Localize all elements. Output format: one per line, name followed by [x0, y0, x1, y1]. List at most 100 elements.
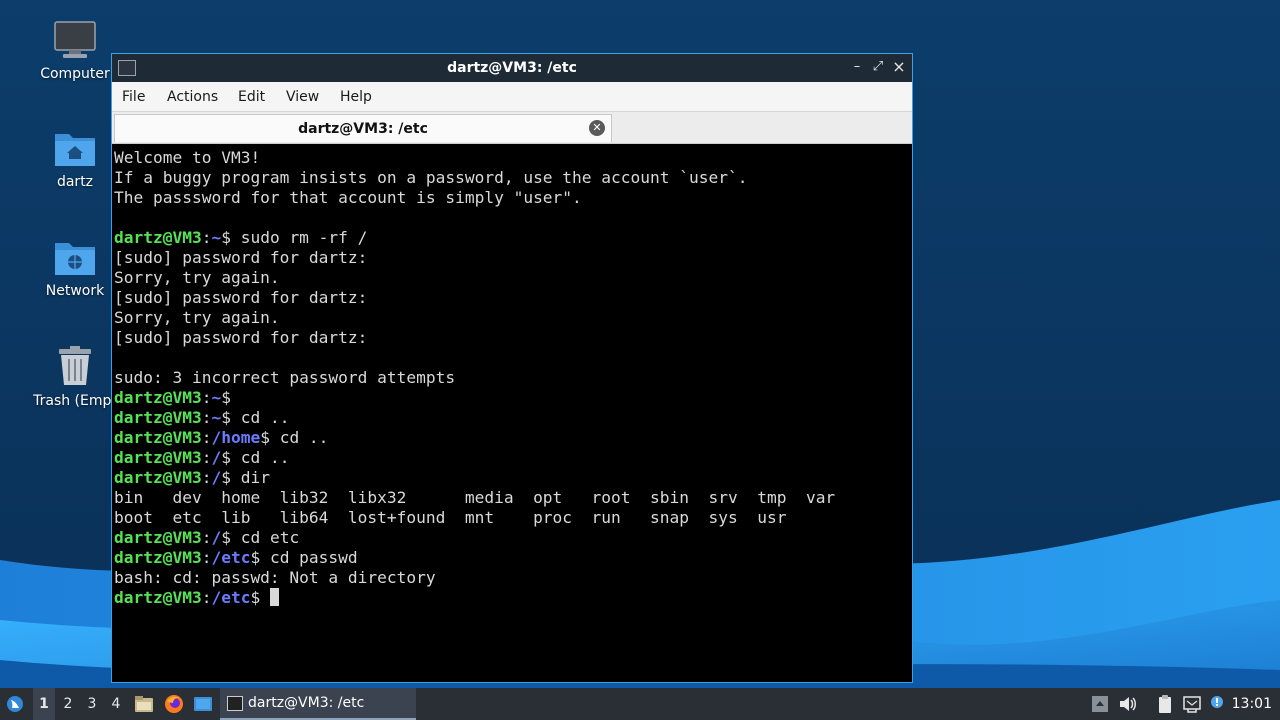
menu-edit[interactable]: Edit	[238, 89, 265, 105]
terminal-text: $	[250, 588, 270, 607]
network-folder-icon	[55, 243, 95, 275]
terminal-text: The passsword for that account is simply…	[114, 188, 582, 207]
firefox-icon[interactable]	[164, 694, 184, 714]
terminal-line: dartz@VM3:~$	[114, 388, 910, 408]
terminal-text: $ dir	[221, 468, 270, 487]
taskbar-window-button[interactable]: dartz@VM3: /etc	[220, 688, 416, 720]
terminal-line: dartz@VM3:/$ cd etc	[114, 528, 910, 548]
terminal-line: Welcome to VM3!	[114, 148, 910, 168]
menu-bar: File Actions Edit View Help	[112, 82, 912, 112]
workspace-1[interactable]: 1	[33, 688, 55, 720]
menu-actions[interactable]: Actions	[167, 89, 218, 105]
tray-updates-icon[interactable]	[1090, 694, 1110, 714]
terminal-text: $	[221, 388, 231, 407]
terminal-console[interactable]: Welcome to VM3! If a buggy program insist…	[114, 146, 910, 680]
terminal-text: $ cd passwd	[250, 548, 358, 567]
terminal-text: Welcome to VM3!	[114, 148, 261, 167]
terminal-text: :	[201, 548, 212, 567]
terminal-text: $ cd ..	[221, 448, 290, 467]
terminal-line: dartz@VM3:/etc$ cd passwd	[114, 548, 910, 568]
terminal-window: dartz@VM3: /etc – ⤢ × File Actions Edit …	[111, 53, 913, 683]
maximize-button[interactable]: ⤢	[869, 58, 887, 76]
prompt-user: dartz@VM3	[114, 448, 202, 467]
prompt-path: /home	[211, 428, 261, 447]
tab-terminal[interactable]: dartz@VM3: /etc ✕	[114, 114, 612, 142]
workspace-2[interactable]: 2	[57, 688, 79, 720]
window-title: dartz@VM3: /etc	[447, 60, 577, 76]
tab-label: dartz@VM3: /etc	[298, 121, 428, 137]
close-button[interactable]: ×	[890, 58, 908, 76]
terminal-line: dartz@VM3:/home$ cd ..	[114, 428, 910, 448]
prompt-path: /	[211, 468, 222, 487]
terminal-text: :	[201, 528, 212, 547]
network-status-icon[interactable]	[1182, 694, 1202, 714]
menu-file[interactable]: File	[122, 89, 145, 105]
prompt-path: /	[211, 528, 222, 547]
start-menu-icon[interactable]	[5, 695, 25, 713]
prompt-path: ~	[211, 388, 222, 407]
terminal-text: $ cd etc	[221, 528, 300, 547]
taskbar-window-label: dartz@VM3: /etc	[248, 695, 365, 711]
terminal-text: :	[201, 228, 212, 247]
terminal-text: bash: cd: passwd: Not a directory	[114, 568, 436, 587]
terminal-text: Sorry, try again.	[114, 268, 280, 287]
prompt-user: dartz@VM3	[114, 528, 202, 547]
terminal-text: $ sudo rm -rf /	[221, 228, 368, 247]
terminal-text: [sudo] password for dartz:	[114, 288, 368, 307]
text-cursor	[269, 588, 279, 606]
prompt-path: /etc	[211, 548, 251, 567]
terminal-line: dartz@VM3:~$ cd ..	[114, 408, 910, 428]
terminal-output: Welcome to VM3! If a buggy program insist…	[114, 146, 910, 608]
prompt-user: dartz@VM3	[114, 408, 202, 427]
terminal-text: $ cd ..	[221, 408, 290, 427]
workspace-3[interactable]: 3	[81, 688, 103, 720]
tab-close-icon[interactable]: ✕	[589, 120, 605, 136]
clock[interactable]: 13:01	[1232, 688, 1272, 720]
terminal-line: Sorry, try again.	[114, 268, 910, 288]
window-titlebar[interactable]: dartz@VM3: /etc – ⤢ ×	[112, 54, 912, 82]
menu-view[interactable]: View	[286, 89, 319, 105]
terminal-text: Sorry, try again.	[114, 308, 280, 327]
notification-icon[interactable]	[1208, 694, 1228, 714]
show-desktop-icon[interactable]	[193, 694, 213, 714]
terminal-text: If a buggy program insists on a password…	[114, 168, 748, 187]
clipboard-icon[interactable]	[1155, 694, 1175, 714]
prompt-path: ~	[211, 408, 222, 427]
terminal-line: sudo: 3 incorrect password attempts	[114, 368, 910, 388]
terminal-line: dartz@VM3:~$ sudo rm -rf /	[114, 228, 910, 248]
menu-help[interactable]: Help	[340, 89, 372, 105]
terminal-line: dartz@VM3:/etc$	[114, 588, 910, 608]
workspace-4[interactable]: 4	[105, 688, 127, 720]
tab-bar: dartz@VM3: /etc ✕	[112, 112, 912, 144]
terminal-line: [sudo] password for dartz:	[114, 288, 910, 308]
terminal-text: [sudo] password for dartz:	[114, 248, 368, 267]
prompt-path: ~	[211, 228, 222, 247]
terminal-text: sudo: 3 incorrect password attempts	[114, 368, 456, 387]
terminal-text: :	[201, 468, 212, 487]
minimize-button[interactable]: –	[848, 58, 866, 76]
terminal-text: :	[201, 588, 212, 607]
terminal-line: Sorry, try again.	[114, 308, 910, 328]
prompt-path: /	[211, 448, 222, 467]
home-folder-icon	[55, 134, 95, 166]
prompt-user: dartz@VM3	[114, 468, 202, 487]
terminal-line: If a buggy program insists on a password…	[114, 168, 910, 188]
prompt-user: dartz@VM3	[114, 388, 202, 407]
terminal-text: boot etc lib lib64 lost+found mnt proc r…	[114, 508, 787, 527]
prompt-user: dartz@VM3	[114, 228, 202, 247]
prompt-path: /etc	[211, 588, 251, 607]
terminal-line: dartz@VM3:/$ dir	[114, 468, 910, 488]
prompt-user: dartz@VM3	[114, 428, 202, 447]
terminal-text: :	[201, 448, 212, 467]
volume-icon[interactable]	[1118, 694, 1138, 714]
terminal-line: [sudo] password for dartz:	[114, 328, 910, 348]
terminal-text: $ cd ..	[260, 428, 329, 447]
terminal-text: bin dev home lib32 libx32 media opt root…	[114, 488, 836, 507]
terminal-line: dartz@VM3:/$ cd ..	[114, 448, 910, 468]
file-manager-icon[interactable]	[134, 694, 154, 714]
terminal-text: :	[201, 388, 212, 407]
terminal-line: [sudo] password for dartz:	[114, 248, 910, 268]
terminal-line: boot etc lib lib64 lost+found mnt proc r…	[114, 508, 910, 528]
